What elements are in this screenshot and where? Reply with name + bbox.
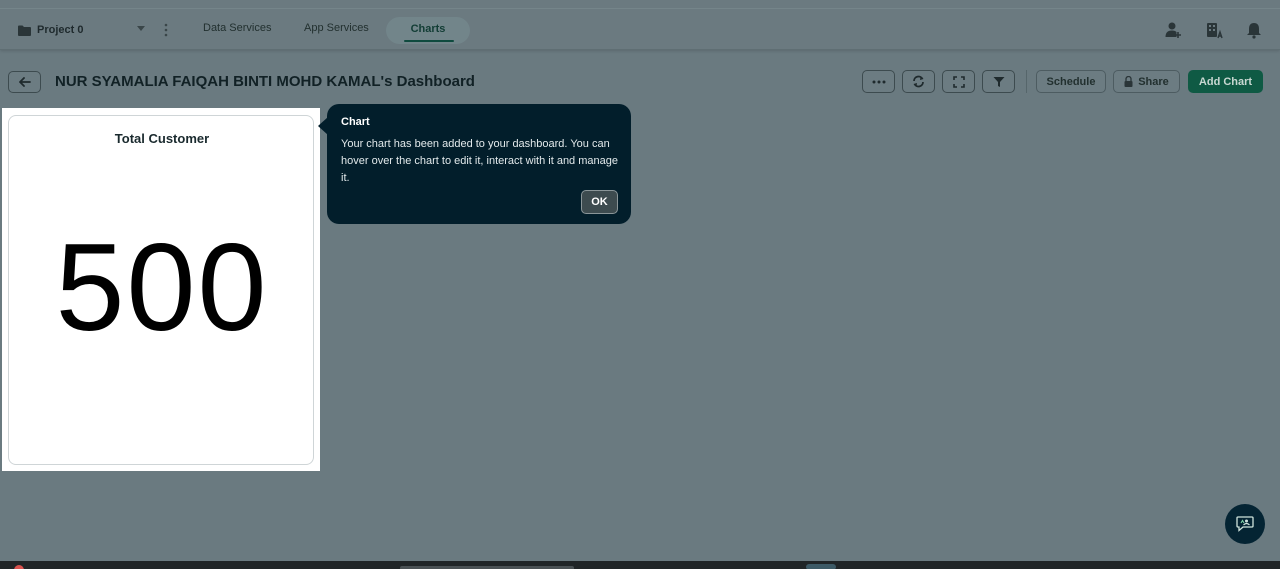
- toolbar-divider: [1026, 70, 1027, 93]
- fullscreen-icon: [952, 75, 965, 88]
- taskbar-app-icon-2[interactable]: [806, 564, 836, 569]
- more-vertical-icon[interactable]: [163, 22, 169, 38]
- project-selector[interactable]: Project 0: [18, 22, 83, 38]
- filter-button[interactable]: [982, 70, 1015, 93]
- user-add-icon[interactable]: [1164, 21, 1182, 39]
- schedule-label: Schedule: [1046, 75, 1096, 88]
- chart-number-value: 500: [55, 219, 269, 357]
- share-button[interactable]: Share: [1113, 70, 1180, 93]
- tooltip-body: Your chart has been added to your dashbo…: [341, 138, 618, 184]
- tab-charts[interactable]: Charts: [386, 23, 470, 35]
- share-label: Share: [1138, 75, 1169, 88]
- taskbar-edge: [0, 561, 1280, 569]
- tooltip-title: Chart: [341, 116, 370, 128]
- active-tab-indicator: [404, 40, 454, 42]
- topbar-divider: [0, 8, 1280, 9]
- chevron-down-icon[interactable]: [137, 26, 145, 32]
- project-name: Project 0: [37, 24, 84, 36]
- tab-app-services[interactable]: App Services: [304, 22, 369, 34]
- onboarding-tooltip: Chart Your chart has been added to your …: [318, 104, 631, 224]
- taskbar-app-icon[interactable]: [14, 565, 24, 569]
- org-access-icon[interactable]: [1205, 21, 1223, 39]
- refresh-button[interactable]: [902, 70, 935, 93]
- more-horizontal-icon: [872, 80, 885, 83]
- back-button[interactable]: [8, 71, 41, 93]
- arrow-left-icon: [18, 77, 31, 87]
- folder-icon: [18, 25, 31, 36]
- chat-icon: [1236, 516, 1254, 532]
- chart-card[interactable]: Total Customer 500: [8, 115, 314, 465]
- page-title: NUR SYAMALIA FAIQAH BINTI MOHD KAMAL's D…: [55, 73, 475, 90]
- bell-icon[interactable]: [1245, 21, 1263, 39]
- refresh-icon: [913, 75, 924, 88]
- chart-title: Total Customer: [114, 131, 210, 146]
- more-options-button[interactable]: [862, 70, 895, 93]
- add-chart-button[interactable]: Add Chart: [1188, 70, 1263, 93]
- schedule-button[interactable]: Schedule: [1036, 70, 1106, 93]
- tooltip-arrow: [318, 117, 328, 135]
- fullscreen-button[interactable]: [942, 70, 975, 93]
- filter-icon: [993, 76, 1004, 87]
- chat-support-button[interactable]: [1225, 504, 1265, 544]
- lock-icon: [1124, 76, 1133, 87]
- ok-button[interactable]: OK: [581, 190, 618, 214]
- tab-data-services[interactable]: Data Services: [203, 22, 271, 34]
- top-navigation-bar: Project 0 Data Services App Services Cha…: [0, 0, 1280, 50]
